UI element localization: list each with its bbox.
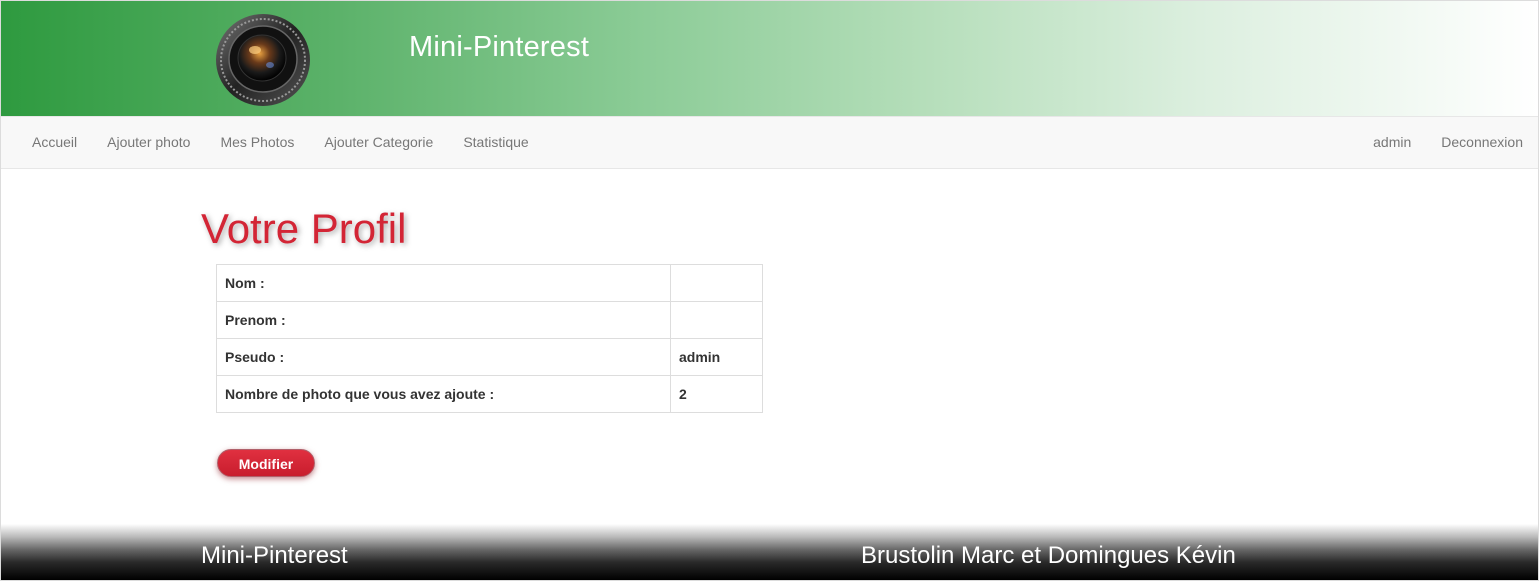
row-label-prenom: Prenom : xyxy=(216,301,671,339)
table-row: Nombre de photo que vous avez ajoute : 2 xyxy=(216,375,763,413)
camera-lens-icon xyxy=(216,14,310,106)
nav-right-group: admin Deconnexion xyxy=(1358,117,1538,168)
nav-left-group: Accueil Ajouter photo Mes Photos Ajouter… xyxy=(17,117,544,168)
footer-site-name: Mini-Pinterest xyxy=(201,542,348,569)
row-label-nom: Nom : xyxy=(216,264,671,302)
site-title: Mini-Pinterest xyxy=(409,31,590,63)
row-value-pseudo: admin xyxy=(670,338,763,376)
table-row: Pseudo : admin xyxy=(216,338,763,376)
row-label-pseudo: Pseudo : xyxy=(216,338,671,376)
nav-item-accueil[interactable]: Accueil xyxy=(17,117,92,168)
row-value-nom xyxy=(670,264,763,302)
table-row: Nom : xyxy=(216,264,763,302)
nav-item-deconnexion[interactable]: Deconnexion xyxy=(1426,117,1538,168)
site-header: Mini-Pinterest xyxy=(1,1,1538,116)
nav-item-ajouter-categorie[interactable]: Ajouter Categorie xyxy=(309,117,448,168)
profile-table: Nom : Prenom : Pseudo : admin Nombre de … xyxy=(216,264,763,413)
modify-button[interactable]: Modifier xyxy=(217,449,315,477)
footer-authors: Brustolin Marc et Domingues Kévin xyxy=(861,542,1236,569)
nav-item-mes-photos[interactable]: Mes Photos xyxy=(205,117,309,168)
site-footer: Mini-Pinterest Brustolin Marc et Domingu… xyxy=(1,524,1538,580)
row-label-photo-count: Nombre de photo que vous avez ajoute : xyxy=(216,375,671,413)
page-title: Votre Profil xyxy=(201,205,407,252)
table-row: Prenom : xyxy=(216,301,763,339)
main-navbar: Accueil Ajouter photo Mes Photos Ajouter… xyxy=(1,116,1538,169)
nav-item-ajouter-photo[interactable]: Ajouter photo xyxy=(92,117,205,168)
nav-item-username[interactable]: admin xyxy=(1358,117,1426,168)
row-value-prenom xyxy=(670,301,763,339)
row-value-photo-count: 2 xyxy=(670,375,763,413)
nav-item-statistique[interactable]: Statistique xyxy=(448,117,543,168)
